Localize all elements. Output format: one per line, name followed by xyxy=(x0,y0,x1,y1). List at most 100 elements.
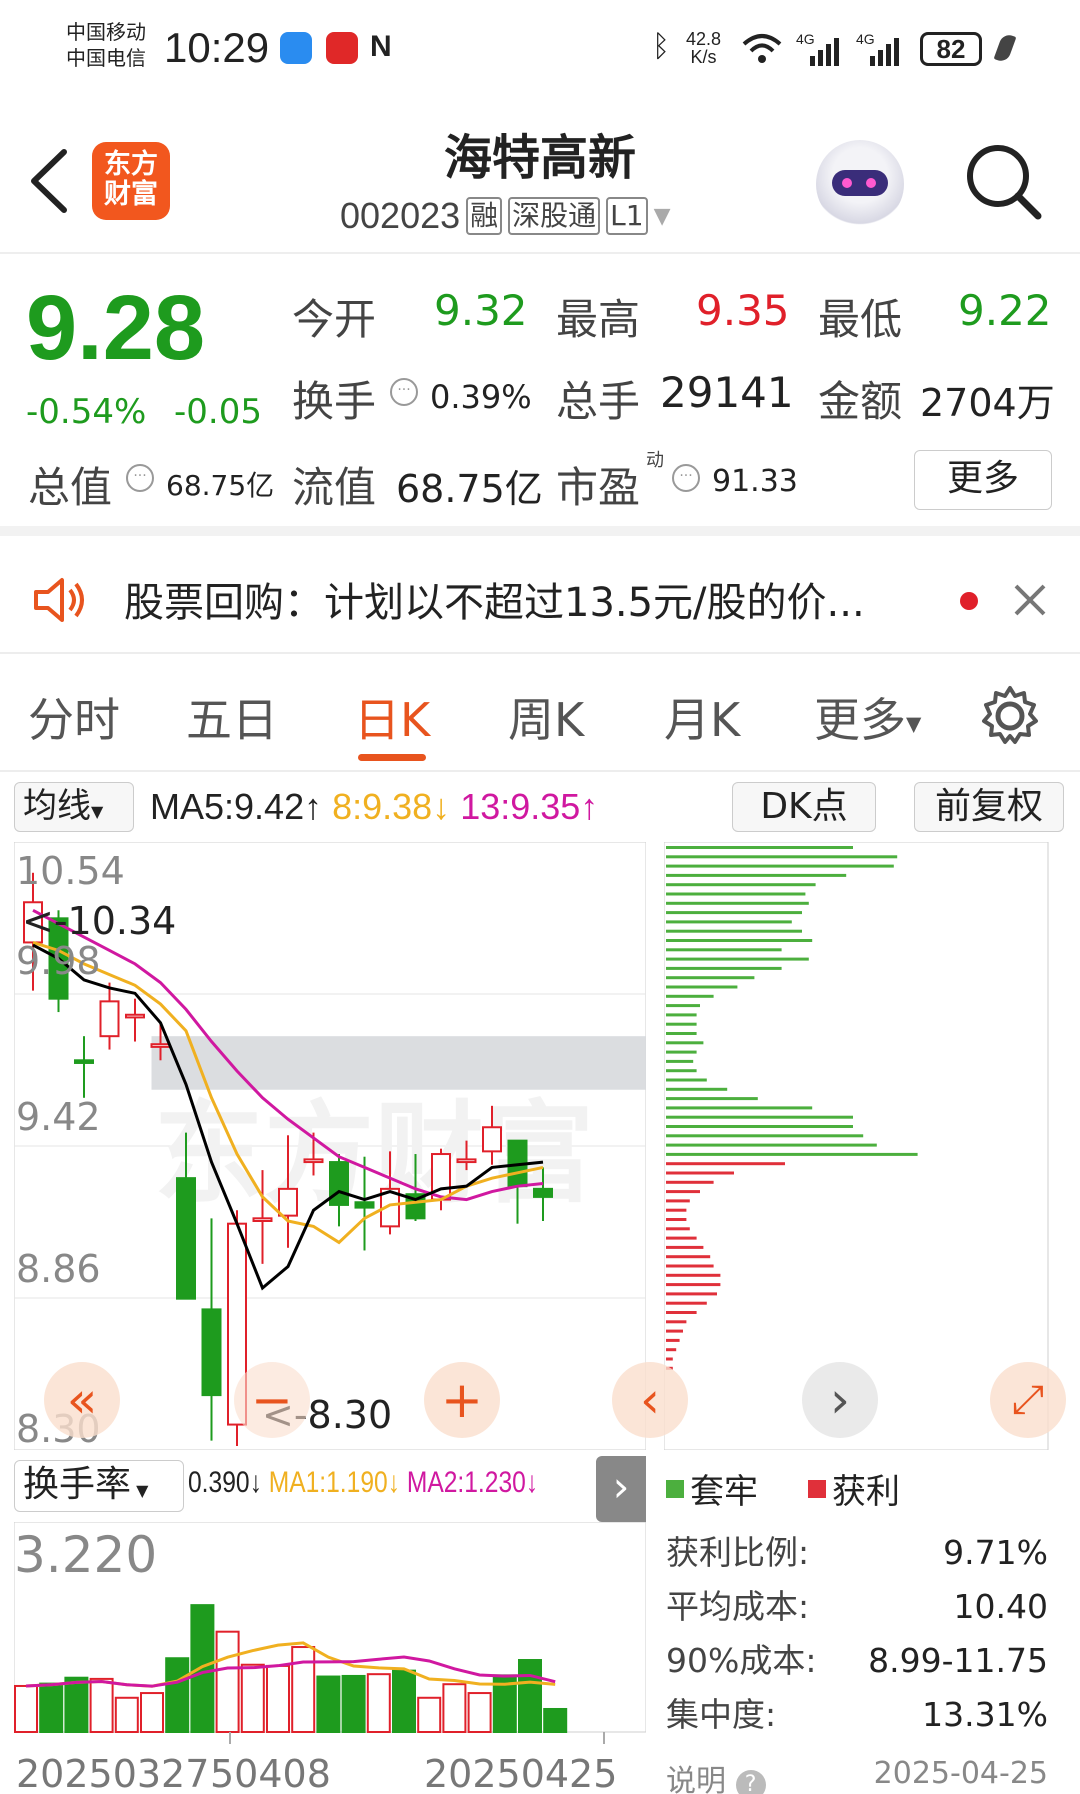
turnover-bar-down xyxy=(543,1707,568,1734)
chip-bar-profit xyxy=(666,1264,714,1268)
chip-bar-profit xyxy=(666,1180,714,1184)
stock-code-row[interactable]: 002023 融 深股通 L1 ▼ xyxy=(340,194,671,238)
fullscreen-icon[interactable]: ⤢ xyxy=(990,1362,1066,1438)
chip-bar-profit xyxy=(666,1162,785,1166)
back-arrow-icon[interactable] xyxy=(26,146,70,216)
y-label-top: 10.54 xyxy=(16,849,125,893)
bluetooth-icon: ᛒ xyxy=(652,30,670,63)
kline-chart[interactable]: 东方财富 10.54 9.98 9.42 8.86 8.30 <-10.34 <… xyxy=(14,842,646,1450)
scroll-left-fast-icon[interactable]: « xyxy=(44,1362,120,1438)
turnover-label: 换手 xyxy=(292,377,377,426)
ma5-label: MA5:9.42 xyxy=(150,786,305,827)
x-label-start: 20250327 xyxy=(16,1752,209,1794)
settings-gear-icon[interactable] xyxy=(978,684,1042,748)
app-logo[interactable]: 东方 财富 xyxy=(92,142,170,220)
chip-bar-profit xyxy=(666,1329,683,1333)
candle-up xyxy=(278,1187,298,1217)
chip-distribution-chart xyxy=(664,842,1049,1450)
turnover-bar-down xyxy=(165,1657,190,1733)
chip-bar-profit xyxy=(666,1236,697,1240)
legend-profit: 获利 xyxy=(832,1472,900,1512)
notice-text[interactable]: 股票回购：计划以不超过13.5元/股的价... xyxy=(124,570,865,628)
svg-text:4G: 4G xyxy=(796,31,815,47)
float-cap-value: 68.75亿 xyxy=(396,467,543,511)
more-quote-button[interactable]: 更多 xyxy=(914,450,1052,510)
chip-stat-value: 8.99-11.75 xyxy=(868,1641,1048,1680)
tab-more-label: 更多 xyxy=(814,693,906,747)
ma-selector[interactable]: 均线▼ xyxy=(14,782,134,832)
amount-label: 金额 xyxy=(818,377,903,426)
turnover-bar-up xyxy=(140,1692,164,1734)
x-label-end: 20250425 xyxy=(424,1752,617,1794)
candle-down xyxy=(74,1059,94,1064)
scroll-right-icon[interactable]: › xyxy=(802,1362,878,1438)
low-label: 最低 xyxy=(818,295,903,344)
info-icon[interactable]: ··· xyxy=(390,378,418,406)
chip-bar-trapped xyxy=(666,883,816,887)
chip-bar-trapped xyxy=(666,855,898,859)
chevron-down-icon: ▼ xyxy=(131,1481,149,1500)
speaker-icon xyxy=(34,578,84,622)
signal-4g-icon-1: 4G xyxy=(796,31,839,66)
notice-bar[interactable]: 股票回购：计划以不超过13.5元/股的价... xyxy=(0,546,1080,654)
chevron-down-icon: ▼ xyxy=(906,711,922,736)
tab-monthly-k[interactable]: 月K xyxy=(664,684,740,750)
tag-margin: 融 xyxy=(466,197,503,235)
tab-five-day[interactable]: 五日 xyxy=(186,684,278,750)
volume-label: 总手 xyxy=(556,377,641,426)
chip-bar-trapped xyxy=(666,976,755,980)
net-speed-value: 42.8 xyxy=(686,29,722,49)
high-value: 9.35 xyxy=(696,286,790,335)
market-cap-value: 68.75亿 xyxy=(166,469,275,502)
chip-stat-row: 90%成本: 8.99-11.75 xyxy=(666,1634,1048,1688)
chip-footer-note[interactable]: 说明 ? xyxy=(666,1756,766,1794)
turnover-selector[interactable]: 换手率 ▼ xyxy=(14,1460,184,1512)
chip-bar-profit xyxy=(666,1255,711,1259)
current-price: 9.28 xyxy=(26,277,206,379)
chip-stat-value: 10.40 xyxy=(953,1587,1048,1626)
turnover-selector-label: 换手率 xyxy=(23,1464,132,1505)
close-icon[interactable] xyxy=(1010,580,1050,620)
chip-bar-profit xyxy=(666,1171,734,1175)
tag-connect: 深股通 xyxy=(508,197,601,235)
candle-up xyxy=(125,1013,145,1019)
open-value: 9.32 xyxy=(434,286,528,335)
chip-bar-trapped xyxy=(666,901,809,905)
tab-daily-k[interactable]: 日K xyxy=(354,684,430,750)
stock-name: 海特高新 xyxy=(443,130,636,186)
chip-bar-trapped xyxy=(666,1097,758,1101)
help-icon[interactable]: ? xyxy=(735,1770,766,1794)
turnover-bar-up xyxy=(89,1677,114,1733)
assistant-robot-icon[interactable] xyxy=(816,140,904,228)
zoom-out-icon[interactable]: − xyxy=(234,1362,310,1438)
chip-bar-trapped xyxy=(666,994,714,998)
info-icon[interactable]: ··· xyxy=(126,464,154,492)
zoom-in-icon[interactable]: + xyxy=(424,1362,500,1438)
candle-down xyxy=(354,1201,375,1209)
chip-bar-trapped xyxy=(666,864,894,868)
tab-intraday[interactable]: 分时 xyxy=(28,684,120,750)
chip-bar-trapped xyxy=(666,929,802,933)
turnover-value-label: 0.390 xyxy=(188,1466,250,1499)
chip-bar-profit xyxy=(666,1190,700,1194)
legend-trapped: 套牢 xyxy=(690,1472,758,1512)
tab-weekly-k[interactable]: 周K xyxy=(508,684,584,750)
scroll-left-icon[interactable]: ‹ xyxy=(612,1362,688,1438)
expand-panel-arrow-icon[interactable]: › xyxy=(596,1456,646,1522)
adjust-price-button[interactable]: 前复权 xyxy=(914,782,1064,832)
dk-point-button[interactable]: DK点 xyxy=(732,782,876,832)
chip-stat-label: 集中度: xyxy=(666,1695,777,1734)
turnover-chart[interactable]: 3.220 20250327 50408 20250425 xyxy=(14,1522,646,1794)
low-value: 9.22 xyxy=(958,286,1052,335)
info-icon[interactable]: ··· xyxy=(672,464,700,492)
chip-bar-profit xyxy=(666,1338,680,1342)
x-label-mid: 50408 xyxy=(210,1752,331,1794)
tab-more[interactable]: 更多▼ xyxy=(814,684,921,750)
stock-header: 东方 财富 海特高新 002023 融 深股通 L1 ▼ xyxy=(0,100,1080,254)
message-app-icon xyxy=(280,32,312,64)
search-icon[interactable] xyxy=(962,140,1044,222)
logo-line-1: 东方 xyxy=(104,149,158,180)
chip-bar-trapped xyxy=(666,1143,877,1147)
turnover-ma1-label: MA1:1.190 xyxy=(268,1466,388,1499)
chip-stat-label: 获利比例: xyxy=(666,1533,810,1572)
